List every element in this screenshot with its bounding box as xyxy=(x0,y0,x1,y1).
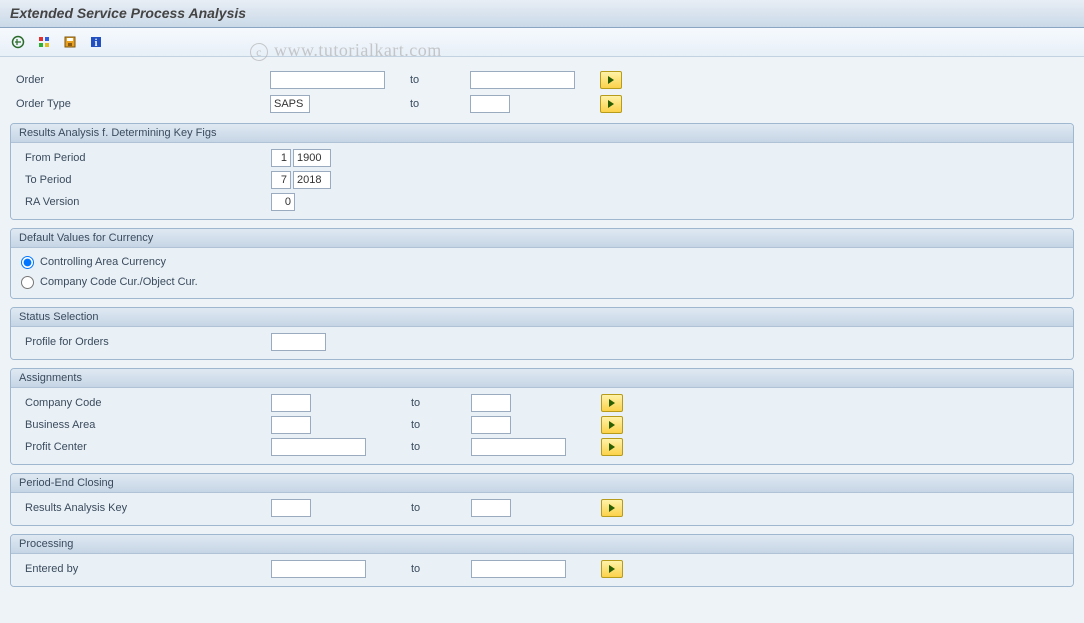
group-status-selection: Status Selection Profile for Orders xyxy=(10,307,1074,360)
to-period-label: To Period xyxy=(15,174,271,186)
ra-version-label: RA Version xyxy=(15,196,271,208)
arrow-right-icon xyxy=(609,421,615,429)
toolbar: i xyxy=(0,28,1084,57)
to-label: to xyxy=(391,563,471,575)
order-type-label: Order Type xyxy=(10,98,270,110)
save-icon[interactable] xyxy=(60,32,80,52)
order-to-input[interactable] xyxy=(470,71,575,89)
radio-controlling-area-input[interactable] xyxy=(21,256,34,269)
from-period-year-input[interactable] xyxy=(293,149,331,167)
entered-by-to-input[interactable] xyxy=(471,560,566,578)
arrow-right-icon xyxy=(609,565,615,573)
radio-company-code-input[interactable] xyxy=(21,276,34,289)
business-area-label: Business Area xyxy=(15,419,271,431)
radio-controlling-area[interactable]: Controlling Area Currency xyxy=(15,252,1069,272)
profile-orders-input[interactable] xyxy=(271,333,326,351)
order-type-to-input[interactable] xyxy=(470,95,510,113)
radio-label: Controlling Area Currency xyxy=(40,256,166,268)
to-label: to xyxy=(390,74,470,86)
profit-center-multi-select-button[interactable] xyxy=(601,438,623,456)
radio-company-code[interactable]: Company Code Cur./Object Cur. xyxy=(15,272,1069,292)
group-default-currency: Default Values for Currency Controlling … xyxy=(10,228,1074,299)
entered-by-multi-select-button[interactable] xyxy=(601,560,623,578)
to-label: to xyxy=(391,441,471,453)
profile-orders-label: Profile for Orders xyxy=(15,336,271,348)
from-period-period-input[interactable] xyxy=(271,149,291,167)
group-processing: Processing Entered by to xyxy=(10,534,1074,587)
order-label: Order xyxy=(10,74,270,86)
business-area-to-input[interactable] xyxy=(471,416,511,434)
svg-text:i: i xyxy=(95,38,98,49)
group-title: Period-End Closing xyxy=(11,474,1073,493)
to-label: to xyxy=(391,397,471,409)
results-analysis-key-from-input[interactable] xyxy=(271,499,311,517)
business-area-multi-select-button[interactable] xyxy=(601,416,623,434)
row-order-type: Order Type to xyxy=(10,93,1074,115)
to-label: to xyxy=(391,502,471,514)
to-label: to xyxy=(390,98,470,110)
order-multi-select-button[interactable] xyxy=(600,71,622,89)
entered-by-from-input[interactable] xyxy=(271,560,366,578)
company-code-to-input[interactable] xyxy=(471,394,511,412)
company-code-label: Company Code xyxy=(15,397,271,409)
from-period-label: From Period xyxy=(15,152,271,164)
to-period-year-input[interactable] xyxy=(293,171,331,189)
group-assignments: Assignments Company Code to Business Are… xyxy=(10,368,1074,465)
group-title: Results Analysis f. Determining Key Figs xyxy=(11,124,1073,143)
to-period-period-input[interactable] xyxy=(271,171,291,189)
group-results-analysis: Results Analysis f. Determining Key Figs… xyxy=(10,123,1074,220)
profit-center-to-input[interactable] xyxy=(471,438,566,456)
arrow-right-icon xyxy=(608,100,614,108)
results-analysis-key-label: Results Analysis Key xyxy=(15,502,271,514)
order-from-input[interactable] xyxy=(270,71,385,89)
company-code-multi-select-button[interactable] xyxy=(601,394,623,412)
group-title: Default Values for Currency xyxy=(11,229,1073,248)
arrow-right-icon xyxy=(609,399,615,407)
to-label: to xyxy=(391,419,471,431)
arrow-right-icon xyxy=(609,504,615,512)
order-type-multi-select-button[interactable] xyxy=(600,95,622,113)
group-period-end-closing: Period-End Closing Results Analysis Key … xyxy=(10,473,1074,526)
entered-by-label: Entered by xyxy=(15,563,271,575)
group-title: Assignments xyxy=(11,369,1073,388)
company-code-from-input[interactable] xyxy=(271,394,311,412)
profit-center-label: Profit Center xyxy=(15,441,271,453)
order-type-from-input[interactable] xyxy=(270,95,310,113)
profit-center-from-input[interactable] xyxy=(271,438,366,456)
results-analysis-key-multi-select-button[interactable] xyxy=(601,499,623,517)
results-analysis-key-to-input[interactable] xyxy=(471,499,511,517)
variant-icon[interactable] xyxy=(34,32,54,52)
ra-version-input[interactable] xyxy=(271,193,295,211)
arrow-right-icon xyxy=(609,443,615,451)
execute-icon[interactable] xyxy=(8,32,28,52)
group-title: Status Selection xyxy=(11,308,1073,327)
group-title: Processing xyxy=(11,535,1073,554)
row-order: Order to xyxy=(10,69,1074,91)
business-area-from-input[interactable] xyxy=(271,416,311,434)
content-area: Order to Order Type to Results Analysis … xyxy=(0,57,1084,623)
arrow-right-icon xyxy=(608,76,614,84)
info-icon[interactable]: i xyxy=(86,32,106,52)
radio-label: Company Code Cur./Object Cur. xyxy=(40,276,198,288)
page-title: Extended Service Process Analysis xyxy=(0,0,1084,28)
